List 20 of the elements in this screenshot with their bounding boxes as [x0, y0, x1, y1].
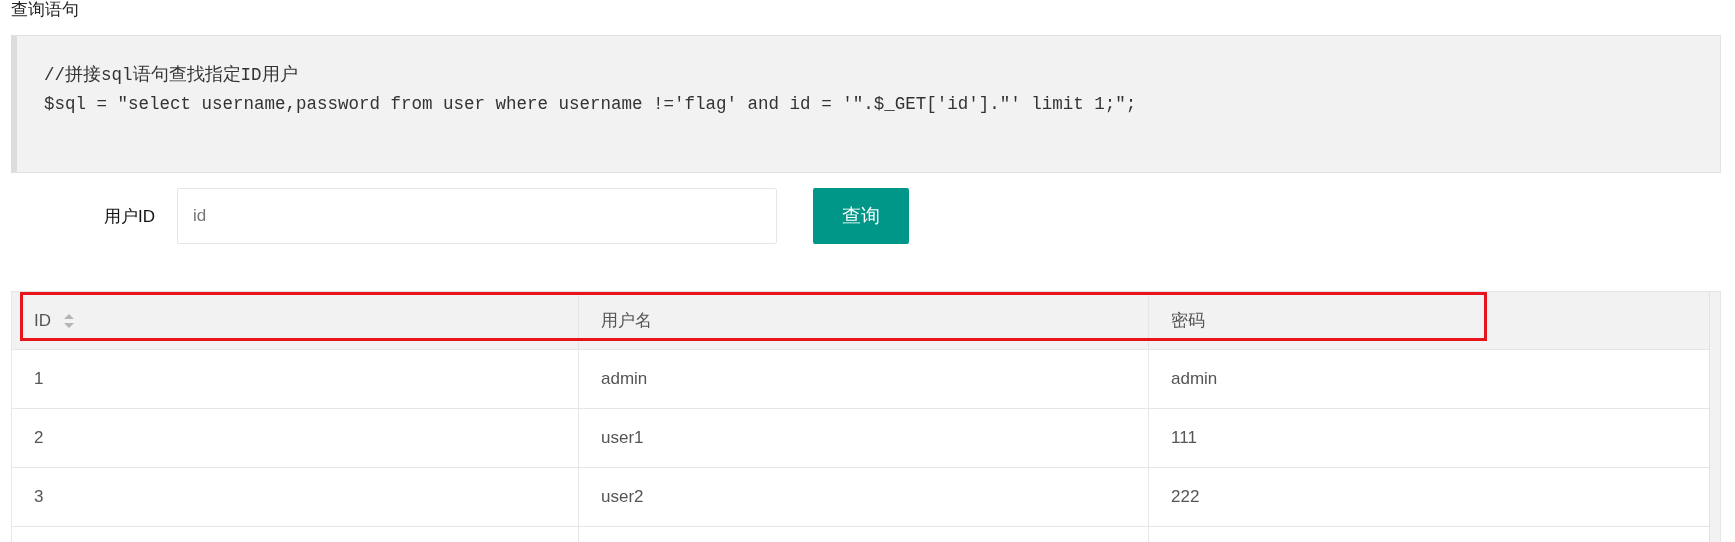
table-cell: user1	[579, 409, 1149, 467]
code-line: $sql = "select username,password from user where username !='flag' and id = '".$_GET['id']."' limit 1;";	[44, 93, 1138, 116]
column-header: 密码	[1170, 310, 1206, 332]
table-cell-text: 222	[1170, 486, 1201, 508]
column-header: 用户名	[579, 292, 1149, 349]
sort-icon[interactable]	[63, 312, 75, 329]
scrollbar-track[interactable]	[1709, 292, 1720, 542]
field-label: 用户ID	[103, 205, 155, 228]
table-cell: 3	[12, 468, 579, 526]
code-line: //拼接sql语句查找指定ID用户	[44, 64, 299, 87]
table-cell: 1	[12, 350, 579, 408]
query-button[interactable]: 查询	[813, 188, 909, 244]
table-cell: 2	[12, 409, 579, 467]
section-title: 查询语句	[11, 0, 80, 20]
id-input-field[interactable]: id	[177, 188, 777, 244]
column-header[interactable]: ID	[12, 292, 579, 349]
table-cell-text: admin	[1170, 368, 1219, 390]
table-cell: user2	[579, 468, 1149, 526]
table-cell: admin	[579, 350, 1149, 408]
table-cell-text: 111	[1170, 427, 1198, 449]
